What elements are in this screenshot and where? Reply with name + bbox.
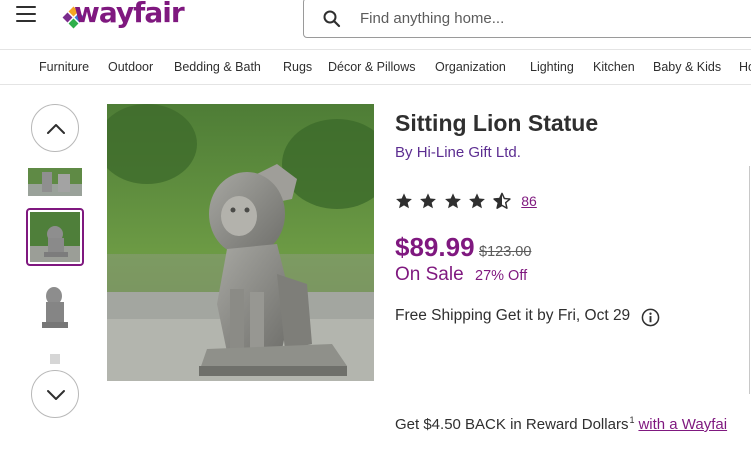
reward-card-link[interactable]: with a Wayfai: [638, 416, 727, 433]
thumbnail-image-selected[interactable]: [26, 208, 84, 266]
nav-item-baby-kids[interactable]: Baby & Kids: [653, 60, 721, 74]
nav-item-bedding-bath[interactable]: Bedding & Bath: [174, 60, 261, 74]
discount-label: 27% Off: [475, 268, 528, 284]
thumbnail-image[interactable]: [28, 280, 82, 334]
wayfair-logo[interactable]: wayfair: [62, 0, 222, 36]
statue-thumbnail-image: [28, 350, 82, 364]
menu-button[interactable]: [14, 6, 42, 28]
star-filled-icon: [420, 193, 437, 209]
star-filled-icon: [444, 193, 461, 209]
nav-item-home[interactable]: Ho: [739, 60, 751, 74]
gallery-down-button[interactable]: [31, 370, 79, 418]
star-filled-icon: [396, 193, 412, 209]
menu-bar-icon: [16, 20, 36, 22]
nav-item-decor-pillows[interactable]: Décor & Pillows: [328, 60, 416, 74]
main-product-image[interactable]: [107, 104, 374, 381]
star-rating[interactable]: 86: [395, 192, 537, 212]
on-sale-label: On Sale: [395, 264, 464, 285]
lion-statue-image: [107, 104, 374, 381]
nav-item-furniture[interactable]: Furniture: [39, 60, 89, 74]
thumbnail-gallery: [24, 104, 88, 420]
site-header: wayfair: [0, 0, 751, 50]
category-nav: Furniture Outdoor Bedding & Bath Rugs Dé…: [0, 51, 751, 85]
menu-bar-icon: [16, 13, 36, 15]
search-icon[interactable]: [322, 9, 342, 29]
statue-thumbnail-image: [30, 212, 80, 262]
brand-link[interactable]: Hi-Line Gift Ltd.: [417, 144, 521, 161]
chevron-up-icon: [47, 124, 65, 134]
nav-item-kitchen[interactable]: Kitchen: [593, 60, 635, 74]
reward-text: Get $4.50 BACK in Reward Dollars: [395, 416, 629, 433]
nav-item-rugs[interactable]: Rugs: [283, 60, 312, 74]
sale-price: $89.99: [395, 232, 475, 262]
reward-dollars-line: Get $4.50 BACK in Reward Dollars1 with a …: [395, 415, 727, 433]
brand-line: By Hi-Line Gift Ltd.: [395, 144, 521, 161]
search-bar[interactable]: [303, 0, 751, 38]
logo-text: wayfair: [74, 0, 185, 29]
nav-item-organization[interactable]: Organization: [435, 60, 506, 74]
star-filled-icon: [469, 193, 486, 209]
list-price: $123.00: [479, 244, 532, 260]
thumbnail-image[interactable]: [28, 168, 82, 196]
info-icon[interactable]: [641, 308, 660, 327]
thumbnail-image[interactable]: [28, 350, 82, 364]
panel-divider: [749, 166, 750, 394]
by-label: By: [395, 144, 413, 161]
review-count-link[interactable]: 86: [521, 193, 537, 209]
reward-footnote: 1: [629, 415, 635, 425]
chevron-down-icon: [47, 390, 65, 400]
search-input[interactable]: [360, 3, 740, 33]
product-title: Sitting Lion Statue: [395, 110, 599, 136]
nav-item-outdoor[interactable]: Outdoor: [108, 60, 153, 74]
gallery-up-button[interactable]: [31, 104, 79, 152]
menu-bar-icon: [16, 6, 36, 8]
star-half-icon: [493, 192, 511, 209]
shipping-info: Free Shipping Get it by Fri, Oct 29: [395, 307, 631, 324]
nav-item-lighting[interactable]: Lighting: [530, 60, 574, 74]
statue-thumbnail-image: [28, 168, 82, 196]
statue-thumbnail-image: [28, 280, 82, 334]
